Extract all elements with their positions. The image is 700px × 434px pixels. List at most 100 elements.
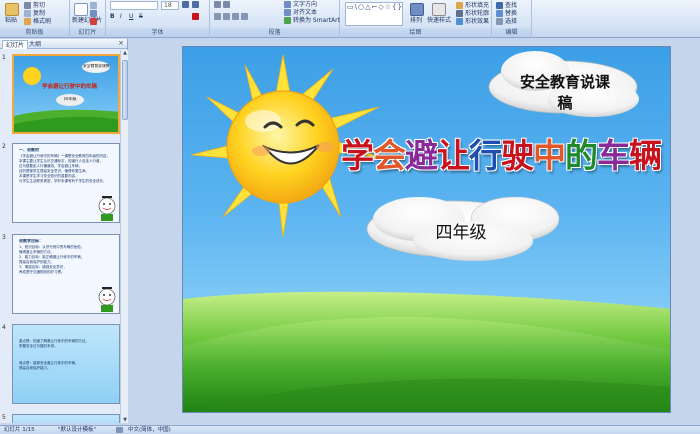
effects-icon	[456, 18, 463, 25]
quick-styles-button[interactable]: 快速样式	[427, 17, 451, 25]
find-button[interactable]: 查找	[496, 2, 517, 10]
thumb-number: 2	[2, 143, 6, 150]
shape-effects-button[interactable]: 形状效果	[456, 18, 489, 26]
cut-button[interactable]: 剪切	[24, 2, 45, 10]
thumb-number: 3	[2, 234, 6, 241]
thumbnail-slide-4[interactable]: 重点是：知道了解避让行驶中的车辆的方法， 掌握安全过马路的本领。 难点是：能够安…	[12, 324, 120, 404]
paragraph-group: 文字方向 对齐文本 转换为 SmartArt 段落	[210, 0, 340, 38]
find-icon	[496, 2, 503, 9]
thumbnail-list: 1 安全教育说课稿 学会避让行驶中的车辆 四年级 2 一、说教材 《学会避让行驶…	[0, 50, 120, 423]
layout-icon	[90, 2, 97, 9]
slide-grade-text: 四年级	[435, 223, 487, 243]
reset-icon	[90, 10, 97, 17]
tab-slides[interactable]: 幻灯片	[2, 40, 29, 49]
brush-icon	[24, 18, 31, 25]
thumb4-line: 提高自我保护能力。	[19, 366, 51, 370]
title-char: 中	[533, 136, 566, 175]
ribbon: 粘贴 剪切 复制 格式刷 剪贴板 新建幻灯片 幻灯片 18 B I U S 字体…	[0, 0, 700, 38]
bullets-icon	[214, 1, 221, 8]
clipboard-group: 粘贴 剪切 复制 格式刷 剪贴板	[0, 0, 70, 38]
font-size-field[interactable]: 18	[161, 1, 179, 10]
strike-button[interactable]: S	[139, 13, 143, 21]
arrange-icon[interactable]	[410, 3, 424, 16]
shape-fill-button[interactable]: 形状填充	[456, 2, 489, 10]
layout-button[interactable]	[90, 2, 99, 10]
smartart-icon	[284, 17, 291, 24]
text-direction-button[interactable]: 文字方向	[284, 1, 317, 9]
title-char: 行	[469, 136, 502, 175]
spellcheck-icon[interactable]	[116, 427, 123, 433]
select-button[interactable]: 选择	[496, 18, 517, 26]
font-grow-button[interactable]	[182, 1, 191, 9]
thumb-number: 5	[2, 414, 6, 421]
title-char: 辆	[629, 136, 662, 175]
title-char: 学	[341, 136, 374, 175]
bold-button[interactable]: B	[110, 13, 115, 21]
copy-button[interactable]: 复制	[24, 10, 45, 18]
quick-styles-icon[interactable]	[432, 3, 446, 16]
new-slide-icon[interactable]	[74, 3, 88, 16]
replace-button[interactable]: 替换	[496, 10, 517, 18]
slide-canvas[interactable]: 安全教育说课稿 学会避让行驶中的车辆 四年级	[182, 46, 671, 413]
sun-icon	[23, 67, 41, 85]
thumb-number: 4	[2, 324, 6, 331]
slides-pane: 幻灯片 大纲 × 1 安全教育说课稿 学会避让行驶中的车辆 四年级 2 一、说教…	[0, 39, 128, 423]
thumb1-tag: 安全教育说课稿	[83, 64, 110, 68]
tab-outline[interactable]: 大纲	[26, 40, 44, 49]
underline-button[interactable]: U	[129, 13, 133, 21]
language-label: 中文(简体，中国)	[128, 427, 171, 433]
bullets-button[interactable]	[214, 1, 232, 9]
pane-tabs: 幻灯片 大纲 ×	[0, 39, 127, 49]
thumbnail-scrollbar[interactable]: ▲ ▼	[120, 50, 128, 423]
fill-icon	[456, 2, 463, 9]
align-buttons[interactable]	[214, 13, 250, 21]
thumbnail-slide-5[interactable]	[12, 414, 120, 423]
clipboard-label: 剪贴板	[0, 28, 69, 37]
align-text-icon	[284, 9, 291, 16]
drawing-label: 绘图	[340, 28, 491, 37]
align-center-icon	[223, 13, 230, 20]
slide-title: 学会避让行驶中的车辆	[341, 129, 662, 177]
paste-icon[interactable]	[5, 3, 19, 16]
theme-name: "默认设计模板"	[58, 427, 97, 433]
numbering-icon	[223, 1, 230, 8]
italic-button[interactable]: I	[120, 13, 122, 21]
title-char: 驶	[501, 136, 534, 175]
scissors-icon	[24, 2, 31, 9]
thumbnail-slide-3[interactable]: 说教学目标： 1、知识目标：认识行驶中的车辆的危险， 懂得避让车辆的方法。 2、…	[12, 234, 120, 314]
paragraph-label: 段落	[210, 28, 339, 37]
grow-font-icon	[182, 1, 189, 8]
scroll-thumb[interactable]	[122, 60, 128, 120]
editing-label: 编辑	[492, 28, 531, 37]
paste-button[interactable]: 粘贴	[5, 17, 17, 25]
slide-counter: 幻灯片 1/15	[4, 427, 35, 433]
scroll-down-icon[interactable]: ▼	[121, 417, 129, 423]
title-char: 会	[373, 136, 406, 175]
delete-icon	[90, 18, 97, 25]
thumbnail-slide-2[interactable]: 一、说教材 《学会避让行驶中的车辆》一课是安全教育四年级的内容， 本课主要让学生…	[12, 143, 120, 223]
font-shrink-button[interactable]	[192, 1, 201, 9]
font-color-button[interactable]	[192, 13, 201, 21]
mascot-icon	[98, 196, 116, 221]
close-pane-icon[interactable]: ×	[118, 39, 124, 47]
arrange-button[interactable]: 排列	[410, 17, 422, 25]
outline-icon	[456, 10, 463, 17]
scroll-up-icon[interactable]: ▲	[121, 50, 129, 56]
format-painter-button[interactable]: 格式刷	[24, 18, 51, 26]
thumb1-grade: 四年级	[64, 97, 77, 101]
slide-tag-text: 安全教育说课稿	[519, 73, 610, 112]
convert-smartart-button[interactable]: 转换为 SmartArt	[284, 17, 340, 25]
thumb-number: 1	[2, 54, 6, 61]
font-group: 18 B I U S 字体	[106, 0, 210, 38]
thumbnail-slide-1[interactable]: 安全教育说课稿 学会避让行驶中的车辆 四年级	[12, 54, 120, 134]
align-text-button[interactable]: 对齐文本	[284, 9, 317, 17]
title-char: 的	[565, 136, 598, 175]
thumb1-title: 学会避让行驶中的车辆	[42, 84, 98, 90]
delete-button[interactable]	[90, 18, 99, 26]
font-name-field[interactable]	[110, 1, 158, 10]
shapes-gallery[interactable]: ▭\○△⌐◇☆{}	[345, 2, 403, 26]
drawing-group: ▭\○△⌐◇☆{} 排列 快速样式 形状填充 形状轮廓 形状效果 绘图	[340, 0, 492, 38]
reset-button[interactable]	[90, 10, 99, 18]
align-left-icon	[214, 13, 221, 20]
shape-outline-button[interactable]: 形状轮廓	[456, 10, 489, 18]
